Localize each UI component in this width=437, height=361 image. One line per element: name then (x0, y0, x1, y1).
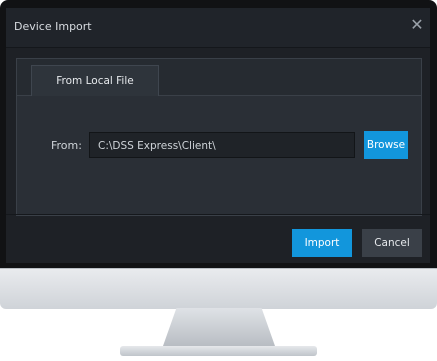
from-label: From: (51, 139, 82, 152)
close-icon[interactable]: ✕ (408, 16, 426, 34)
monitor-stand-neck (163, 308, 275, 346)
dialog-titlebar: Device Import ✕ (6, 8, 430, 48)
tab-from-local-file[interactable]: From Local File (31, 65, 159, 96)
path-input[interactable]: C:\DSS Express\Client\ (89, 132, 355, 158)
app-screen: Device Import ✕ From Local File From: C:… (6, 8, 430, 263)
monitor-stand-base (120, 346, 317, 356)
browse-button[interactable]: Browse (364, 131, 408, 159)
monitor-bezel: Device Import ✕ From Local File From: C:… (0, 0, 437, 268)
dialog-title: Device Import (14, 20, 92, 33)
import-button[interactable]: Import (292, 229, 352, 257)
footer-divider (6, 214, 430, 215)
cancel-button[interactable]: Cancel (362, 229, 422, 257)
monitor-chin (0, 268, 437, 309)
import-panel: From Local File From: C:\DSS Express\Cli… (16, 58, 422, 216)
tab-bar: From Local File (17, 59, 421, 96)
